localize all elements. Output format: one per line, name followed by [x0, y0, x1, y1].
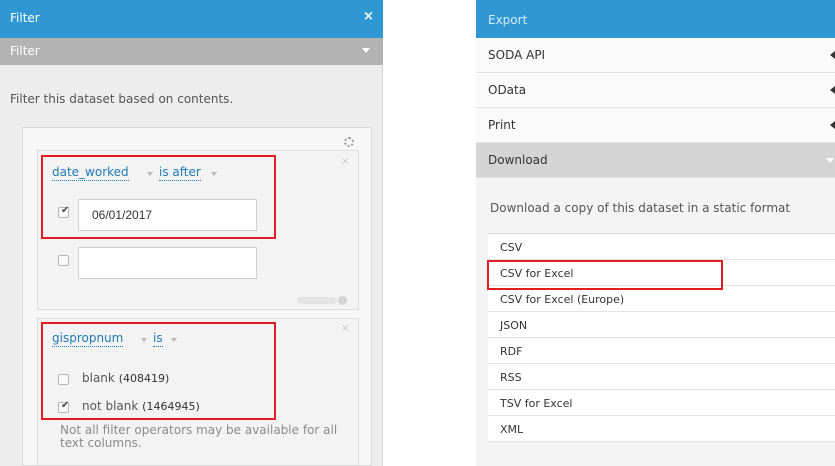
export-panel-title: Export — [488, 13, 528, 27]
download-description: Download a copy of this dataset in a sta… — [490, 201, 791, 215]
condition-value-checkbox-empty[interactable] — [58, 255, 69, 266]
section-label: Print — [488, 118, 516, 132]
filter-panel-title: Filter — [10, 11, 40, 25]
chevron-down-icon — [826, 158, 834, 163]
condition-toggle[interactable] — [297, 297, 337, 304]
gear-icon[interactable] — [344, 137, 354, 147]
export-section-odata[interactable]: OData — [476, 73, 835, 108]
download-format-item[interactable]: RDF — [488, 338, 835, 364]
highlight-date-condition — [41, 155, 276, 239]
chevron-left-icon — [830, 86, 835, 94]
format-label: CSV for Excel (Europe) — [500, 293, 625, 306]
export-section-print[interactable]: Print — [476, 108, 835, 143]
empty-value-field[interactable] — [79, 248, 256, 278]
download-format-item[interactable]: CSV — [488, 234, 835, 260]
export-section-soda-api[interactable]: SODA API — [476, 38, 835, 73]
format-label: RDF — [500, 345, 523, 358]
download-format-item[interactable]: JSON — [488, 312, 835, 338]
highlight-gispropnum-condition — [41, 322, 276, 420]
close-icon[interactable]: × — [341, 156, 349, 167]
close-icon[interactable]: × — [341, 323, 349, 334]
export-title-bar: Export — [476, 0, 835, 38]
empty-value-input[interactable] — [78, 247, 257, 279]
download-format-item[interactable]: TSV for Excel — [488, 390, 835, 416]
chevron-left-icon — [830, 121, 835, 129]
download-format-item[interactable]: XML — [488, 416, 835, 442]
section-label: OData — [488, 83, 527, 97]
section-label: SODA API — [488, 48, 546, 62]
toggle-knob[interactable] — [338, 296, 347, 305]
format-label: XML — [500, 423, 524, 436]
chevron-left-icon — [830, 51, 835, 59]
export-panel: Export SODA API OData Print Download Dow… — [476, 0, 835, 466]
format-label: CSV — [500, 241, 523, 254]
filter-title-bar: Filter × — [0, 0, 383, 38]
filter-description: Filter this dataset based on contents. — [10, 92, 234, 106]
format-label: JSON — [500, 319, 528, 332]
filter-section-title: Filter — [10, 44, 40, 58]
export-section-download[interactable]: Download — [476, 143, 835, 178]
section-label: Download — [488, 153, 548, 167]
chevron-down-icon — [362, 48, 370, 53]
filter-section-header[interactable]: Filter — [0, 38, 383, 65]
close-icon[interactable]: × — [363, 9, 374, 24]
highlight-csv-for-excel — [487, 260, 723, 290]
filter-panel: Filter × Filter Filter this dataset base… — [0, 0, 383, 466]
format-label: TSV for Excel — [500, 397, 573, 410]
filter-operators-note: Not all filter operators may be availabl… — [60, 423, 338, 450]
download-format-item[interactable]: RSS — [488, 364, 835, 390]
format-label: RSS — [500, 371, 522, 384]
